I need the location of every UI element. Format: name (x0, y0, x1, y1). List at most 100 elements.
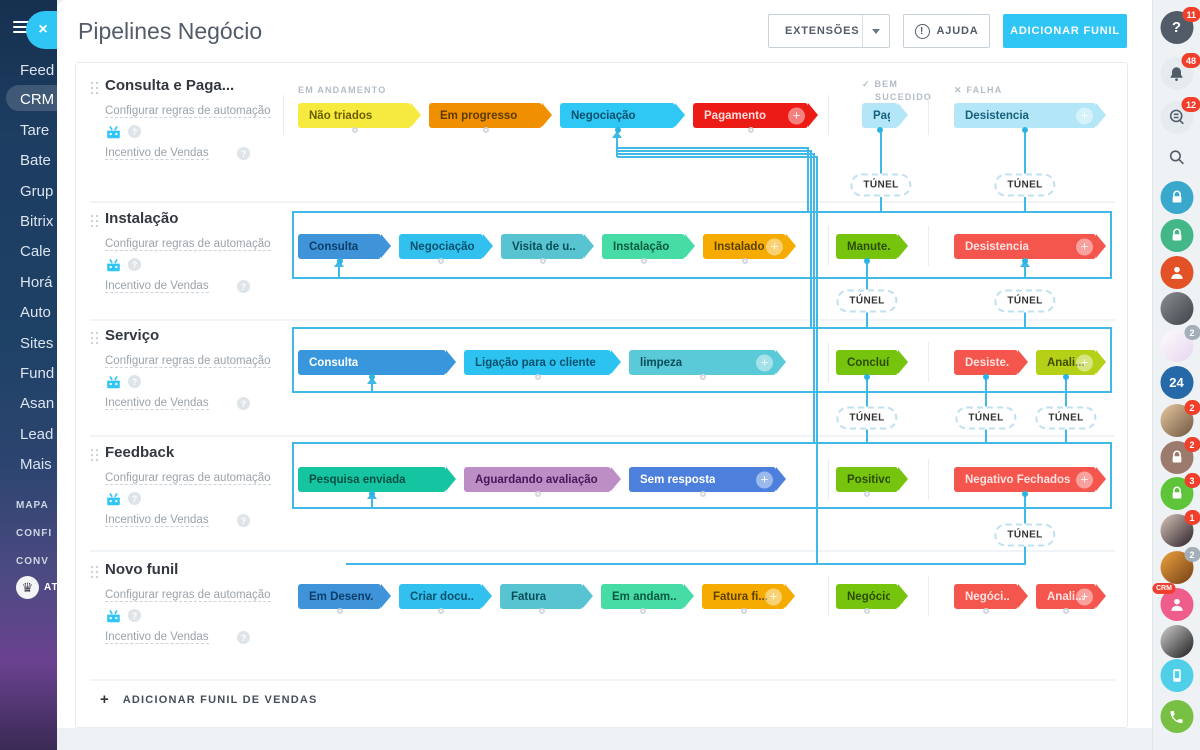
stage-dot[interactable] (864, 491, 870, 497)
stage-dot[interactable] (369, 491, 375, 497)
sidebar-item-crm[interactable]: CRM (20, 91, 57, 108)
sidebar-item-mais[interactable]: Mais (20, 456, 57, 473)
stage-dot[interactable] (337, 608, 343, 614)
stage-chip[interactable]: Fatura fi...+ (702, 584, 785, 609)
stage-dot[interactable] (864, 258, 870, 264)
stage-dot[interactable] (748, 127, 754, 133)
stage-chip[interactable]: limpeza+ (629, 350, 776, 375)
help-circle-icon[interactable]: ? (128, 258, 141, 271)
tunnel-badge[interactable]: TÚNEL (850, 174, 911, 197)
user-avatar[interactable]: 2 (1160, 551, 1193, 584)
user-avatar[interactable]: 2 (1160, 404, 1193, 437)
stage-chip[interactable]: Em Desenv... (298, 584, 381, 609)
stage-chip[interactable]: Visita de u... (501, 234, 584, 259)
stage-chip[interactable]: Fatura (500, 584, 583, 609)
stage-dot[interactable] (438, 258, 444, 264)
add-stage-icon[interactable]: + (1076, 471, 1093, 488)
stage-chip[interactable]: Negociação (399, 234, 483, 259)
stage-dot[interactable] (337, 258, 343, 264)
stage-dot[interactable] (983, 374, 989, 380)
stage-chip-success[interactable]: Positivo... (836, 467, 898, 492)
add-stage-icon[interactable]: + (1076, 107, 1093, 124)
help-circle-icon[interactable]: ? (128, 375, 141, 388)
help-button[interactable]: AJUDA (903, 14, 990, 48)
stage-chip[interactable]: Não triados (298, 103, 411, 128)
stage-chip-fail[interactable]: Negóci... (954, 584, 1018, 609)
stage-dot[interactable] (540, 258, 546, 264)
automation-rules-link[interactable]: Configurar regras de automação (105, 472, 271, 485)
stage-chip-fail[interactable]: Negativo Fechados+ (954, 467, 1096, 492)
help-circle-icon[interactable]: ? (237, 280, 250, 293)
drag-handle-icon[interactable] (91, 215, 99, 228)
upgrade-crown-icon[interactable]: ♛ (16, 576, 39, 599)
stage-chip[interactable]: Pagamento+ (693, 103, 808, 128)
add-stage-icon[interactable]: + (788, 107, 805, 124)
extensions-dropdown-button[interactable] (862, 15, 889, 47)
pipeline-title[interactable]: Instalação (105, 210, 178, 227)
tunnel-badge[interactable]: TÚNEL (994, 290, 1055, 313)
sidebar-item-fund[interactable]: Fund (20, 365, 57, 382)
stage-chip[interactable]: Ligação para o cliente (464, 350, 611, 375)
help-circle-icon[interactable]: ? (237, 514, 250, 527)
add-stage-icon[interactable]: + (756, 471, 773, 488)
stage-dot[interactable] (864, 608, 870, 614)
sidebar-item-calendario[interactable]: Cale (20, 243, 57, 260)
counter-bubble[interactable]: 24 (1160, 366, 1193, 399)
drag-handle-icon[interactable] (91, 332, 99, 345)
stage-chip[interactable]: Negociação (560, 103, 675, 128)
stage-dot[interactable] (1063, 608, 1069, 614)
stage-dot[interactable] (369, 374, 375, 380)
private-channel-blue-icon[interactable] (1160, 181, 1193, 214)
contact-orange-icon[interactable] (1160, 256, 1193, 289)
user-avatar[interactable]: 1 (1160, 514, 1193, 547)
search-icon[interactable] (1160, 141, 1193, 174)
add-funnel-button[interactable]: ADICIONAR FUNIL (1003, 14, 1127, 48)
sidebar-item-tarefas[interactable]: Tare (20, 122, 57, 139)
close-menu-tab[interactable]: × (26, 11, 60, 49)
telephony-icon[interactable] (1160, 700, 1193, 733)
add-stage-icon[interactable]: + (765, 588, 782, 605)
stage-chip-success[interactable]: Pago (862, 103, 898, 128)
sidebar-item-config[interactable]: CONFI (16, 528, 57, 539)
pipeline-title[interactable]: Novo funil (105, 561, 178, 578)
upgrade-label[interactable]: AT (44, 582, 57, 593)
stage-dot[interactable] (741, 608, 747, 614)
sales-incentive-link[interactable]: Incentivo de Vendas (105, 397, 209, 410)
add-stage-icon[interactable]: + (1076, 588, 1093, 605)
stage-chip[interactable]: Instalação (602, 234, 685, 259)
help-circle-icon[interactable]: ? (128, 492, 141, 505)
stage-dot[interactable] (483, 127, 489, 133)
sidebar-item-conv[interactable]: CONV (16, 556, 57, 567)
stage-dot[interactable] (877, 127, 883, 133)
stage-dot[interactable] (864, 374, 870, 380)
help-circle-icon[interactable]: ? (128, 609, 141, 622)
stage-dot[interactable] (742, 258, 748, 264)
help-circle-icon[interactable]: ? (237, 147, 250, 160)
sales-incentive-link[interactable]: Incentivo de Vendas (105, 147, 209, 160)
stage-chip-fail[interactable]: Desiste... (954, 350, 1018, 375)
sidebar-item-leads[interactable]: Lead (20, 426, 57, 443)
private-channel-green-icon[interactable] (1160, 219, 1193, 252)
drag-handle-icon[interactable] (91, 82, 99, 95)
stage-dot[interactable] (1022, 258, 1028, 264)
pipeline-title[interactable]: Consulta e Paga... (105, 77, 234, 94)
tunnel-badge[interactable]: TÚNEL (955, 407, 1016, 430)
sidebar-item-horario[interactable]: Horá (20, 274, 57, 291)
user-avatar[interactable] (1160, 625, 1193, 658)
stage-chip[interactable]: Pesquisa enviada (298, 467, 446, 492)
stage-chip-fail[interactable]: Anali...+ (1036, 584, 1096, 609)
notifications-bell-icon[interactable]: 48 (1160, 57, 1193, 90)
tunnel-badge[interactable]: TÚNEL (1035, 407, 1096, 430)
help-circle-icon[interactable]: ? (128, 125, 141, 138)
private-channel-brown-icon[interactable]: 2 (1160, 441, 1193, 474)
sidebar-item-grupos[interactable]: Grup (20, 183, 57, 200)
stage-chip-fail[interactable]: Desistencia+ (954, 103, 1096, 128)
sidebar-item-sites[interactable]: Sites (20, 335, 57, 352)
help-circle-icon[interactable]: ? (237, 397, 250, 410)
sales-incentive-link[interactable]: Incentivo de Vendas (105, 514, 209, 527)
add-sales-funnel-button[interactable]: + ADICIONAR FUNIL DE VENDAS (100, 691, 318, 708)
automation-rules-link[interactable]: Configurar regras de automação (105, 355, 271, 368)
stage-dot[interactable] (640, 608, 646, 614)
private-channel-bright-green-icon[interactable]: 3 (1160, 477, 1193, 510)
stage-dot[interactable] (1063, 374, 1069, 380)
